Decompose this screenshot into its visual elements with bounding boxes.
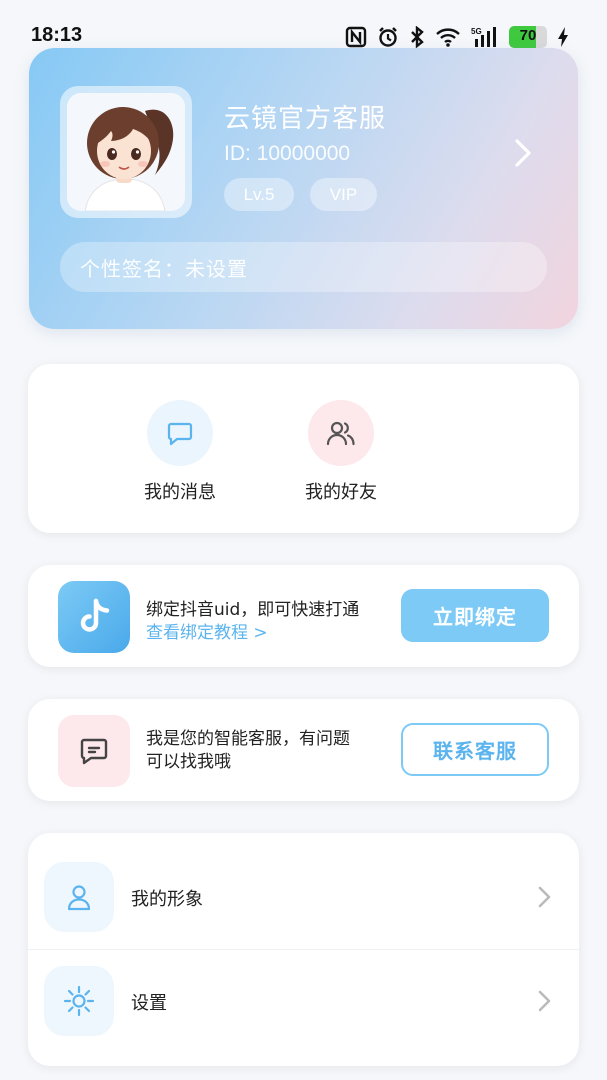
avatar-illustration xyxy=(67,93,185,211)
profile-id: ID: 10000000 xyxy=(224,142,351,165)
battery-icon: 70 xyxy=(509,26,547,48)
service-description: 我是您的智能客服，有问题 可以找我哦 xyxy=(146,728,386,774)
profile-card[interactable]: 云镜官方客服 ID: 10000000 Lv.5 VIP 个性签名：未设置 xyxy=(29,48,578,329)
douyin-bind-card: 绑定抖音uid，即可快速打通 查看绑定教程 > 立即绑定 xyxy=(28,565,579,667)
menu-item-label: 设置 xyxy=(131,993,167,1014)
alarm-icon xyxy=(377,26,399,48)
customer-service-card: 我是您的智能客服，有问题 可以找我哦 联系客服 xyxy=(28,699,579,801)
chevron-right-icon[interactable] xyxy=(512,138,534,172)
wifi-icon xyxy=(435,26,461,48)
menu-item-settings[interactable]: 设置 xyxy=(28,949,579,1053)
menu-item-my-avatar[interactable]: 我的形象 xyxy=(28,845,579,949)
vip-badge: VIP xyxy=(310,178,377,211)
chevron-right-icon xyxy=(536,989,552,1017)
message-icon xyxy=(147,400,213,466)
service-line-2: 可以找我哦 xyxy=(146,752,231,772)
menu-item-label: 我的形象 xyxy=(131,889,203,910)
status-icons: 5G 70 xyxy=(345,24,569,50)
quick-actions-card: 我的消息 我的好友 xyxy=(28,364,579,533)
charging-icon xyxy=(557,26,569,48)
profile-name: 云镜官方客服 xyxy=(224,104,387,134)
my-messages-button[interactable]: 我的消息 xyxy=(120,400,240,504)
signal-icon: 5G xyxy=(471,25,499,49)
level-badge: Lv.5 xyxy=(224,178,294,211)
signature-field[interactable]: 个性签名：未设置 xyxy=(60,242,547,292)
friends-icon xyxy=(308,400,374,466)
svg-text:5G: 5G xyxy=(471,27,482,36)
contact-service-button[interactable]: 联系客服 xyxy=(401,723,549,776)
tiktok-icon xyxy=(58,581,130,653)
avatar[interactable] xyxy=(60,86,192,218)
status-time: 18:13 xyxy=(31,24,83,46)
my-messages-label: 我的消息 xyxy=(144,482,216,503)
settings-icon xyxy=(44,966,114,1036)
chevron-right-icon xyxy=(536,885,552,913)
user-icon xyxy=(44,862,114,932)
my-friends-button[interactable]: 我的好友 xyxy=(281,400,401,504)
battery-level: 70 xyxy=(519,27,537,44)
menu-card: 我的形象 设置 xyxy=(28,833,579,1066)
bluetooth-icon xyxy=(409,26,425,48)
nfc-icon xyxy=(345,26,367,48)
bind-tutorial-link[interactable]: 查看绑定教程 > xyxy=(146,618,268,643)
service-line-1: 我是您的智能客服，有问题 xyxy=(146,729,350,749)
chat-icon xyxy=(58,715,130,787)
bind-description: 绑定抖音uid，即可快速打通 xyxy=(146,600,360,620)
my-friends-label: 我的好友 xyxy=(305,482,377,503)
bind-now-button[interactable]: 立即绑定 xyxy=(401,589,549,642)
